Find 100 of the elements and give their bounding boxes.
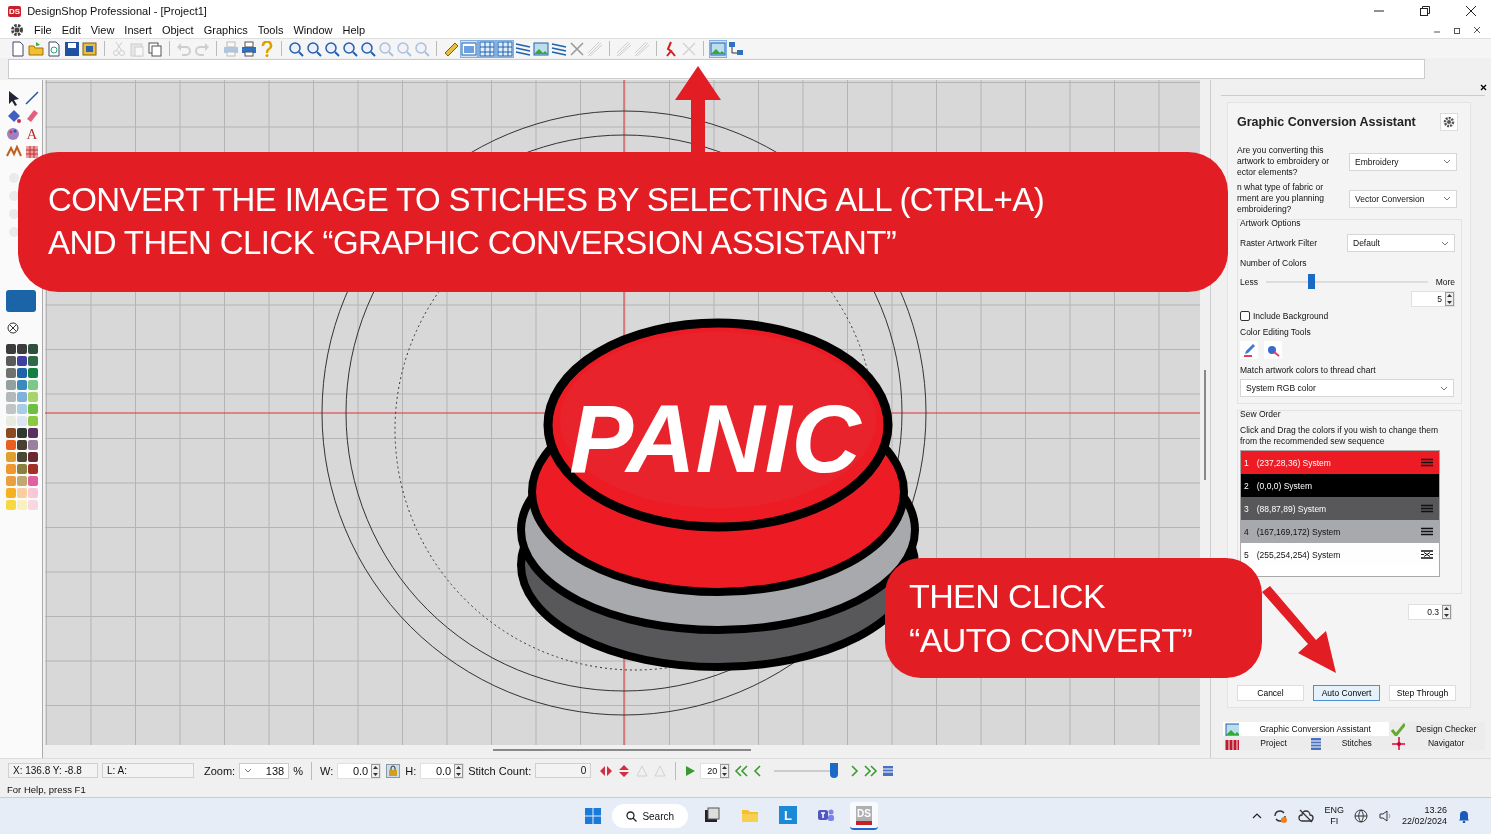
scrollbar[interactable]: [493, 749, 751, 751]
menu-item[interactable]: Graphics: [203, 24, 248, 36]
color-swatch[interactable]: [28, 404, 38, 414]
stitch-block-icon[interactable]: [882, 764, 895, 777]
color-swatch[interactable]: [28, 452, 38, 462]
figure-icon[interactable]: [663, 40, 679, 57]
color-swatch[interactable]: [6, 464, 16, 474]
menu-item[interactable]: Edit: [61, 24, 81, 36]
color-swatch[interactable]: [6, 416, 16, 426]
dropdown[interactable]: Default: [1347, 234, 1455, 252]
grid-icon[interactable]: [497, 40, 513, 57]
dropdown[interactable]: System RGB color: [1240, 379, 1454, 397]
color-swatch[interactable]: [28, 488, 38, 498]
color-swatch[interactable]: [28, 440, 38, 450]
play-icon[interactable]: [684, 764, 697, 777]
copy-icon[interactable]: [147, 40, 163, 57]
color-swatch[interactable]: [6, 428, 16, 438]
checkbox[interactable]: [1240, 311, 1250, 321]
search-field[interactable]: Search: [612, 804, 689, 828]
menu-item[interactable]: Object: [161, 24, 194, 36]
panel-tab[interactable]: Project: [1223, 736, 1307, 750]
chevron-up-icon[interactable]: [1252, 813, 1263, 819]
panel-tab[interactable]: Navigator: [1389, 736, 1485, 750]
color-swatch[interactable]: [6, 380, 16, 390]
windows-start-icon[interactable]: [584, 807, 603, 825]
zoom-icon[interactable]: [306, 40, 322, 57]
settings-button[interactable]: [1440, 113, 1458, 131]
color-list-item[interactable]: 4 (167,169,172) System: [1241, 520, 1439, 543]
document-icon[interactable]: [46, 40, 62, 57]
panel-tab[interactable]: Design Checker: [1389, 722, 1485, 736]
color-swatch[interactable]: [17, 392, 27, 402]
color-swatch[interactable]: [17, 488, 27, 498]
color-swatch[interactable]: [17, 416, 27, 426]
color-swatch[interactable]: [17, 356, 27, 366]
color-swatch[interactable]: [17, 380, 27, 390]
color-swatch[interactable]: [17, 464, 27, 474]
number-spinner[interactable]: 20: [700, 762, 731, 779]
scrollbar[interactable]: [1204, 370, 1206, 480]
clipboard-icon[interactable]: [129, 40, 145, 57]
color-list-item[interactable]: 3 (88,87,89) System: [1241, 497, 1439, 520]
color-swatch[interactable]: [28, 344, 38, 354]
color-swatch[interactable]: [28, 464, 38, 474]
color-swatch[interactable]: [17, 500, 27, 510]
picture-icon[interactable]: [710, 40, 726, 57]
color-swatch[interactable]: [28, 380, 38, 390]
fast-forward-icon[interactable]: [864, 764, 879, 777]
new-document-icon[interactable]: [10, 40, 26, 57]
palette-icon[interactable]: [6, 126, 22, 142]
circle-icon[interactable]: [6, 170, 22, 186]
sync-icon[interactable]: [1272, 808, 1289, 824]
gear-icon[interactable]: [10, 23, 24, 37]
color-swatch[interactable]: [17, 404, 27, 414]
number-spinner[interactable]: 5: [1411, 291, 1455, 307]
color-list-item[interactable]: 2 (0,0,0) System: [1241, 474, 1439, 497]
color-swatch[interactable]: [6, 488, 16, 498]
text-tool[interactable]: A: [24, 126, 40, 142]
color-swatch[interactable]: [28, 356, 38, 366]
color-swatch[interactable]: [28, 368, 38, 378]
menu-item[interactable]: Window: [293, 24, 333, 36]
fill-tool-icon[interactable]: [6, 108, 22, 124]
zoom-icon[interactable]: [324, 40, 340, 57]
color-swatch[interactable]: [6, 476, 16, 486]
lines-icon[interactable]: [515, 40, 531, 57]
bell-icon[interactable]: [1457, 809, 1471, 823]
flip-horizontal-icon[interactable]: [599, 763, 614, 778]
globe-icon[interactable]: [1353, 809, 1368, 823]
color-swatch[interactable]: [28, 500, 38, 510]
color-swatch[interactable]: [17, 476, 27, 486]
grid-icon[interactable]: [479, 40, 495, 57]
save-icon[interactable]: [64, 40, 80, 57]
close-icon[interactable]: [1480, 84, 1487, 91]
color-swatch[interactable]: [28, 428, 38, 438]
restore-icon[interactable]: [1419, 5, 1431, 17]
color-swatch[interactable]: [17, 344, 27, 354]
color-swatch[interactable]: [6, 440, 16, 450]
lines-icon[interactable]: [551, 40, 567, 57]
dropdown[interactable]: Vector Conversion: [1349, 189, 1457, 208]
rewind-icon[interactable]: [734, 764, 749, 777]
color-swatch[interactable]: [28, 416, 38, 426]
picture-icon[interactable]: [533, 40, 549, 57]
zoom-icon[interactable]: [342, 40, 358, 57]
color-swatch[interactable]: [17, 440, 27, 450]
printer-icon[interactable]: [241, 40, 257, 57]
zoom-icon[interactable]: [288, 40, 304, 57]
eyedropper-button[interactable]: [1240, 341, 1258, 359]
close-icon[interactable]: [1465, 5, 1477, 17]
color-swatch[interactable]: [17, 428, 27, 438]
panel-tab[interactable]: Stitches: [1306, 736, 1390, 750]
color-swatch[interactable]: [6, 368, 16, 378]
dropdown[interactable]: Embroidery: [1349, 152, 1457, 171]
speaker-icon[interactable]: [1377, 809, 1392, 823]
clock[interactable]: 13.26 22/02/2024: [1401, 805, 1447, 827]
ruler-icon[interactable]: [443, 40, 459, 57]
color-swatch[interactable]: [6, 356, 16, 366]
number-spinner[interactable]: 0.0: [337, 762, 382, 779]
color-list-item[interactable]: 1 (237,28,36) System: [1241, 451, 1439, 474]
color-swatch[interactable]: [17, 452, 27, 462]
language-indicator[interactable]: ENG FI: [1324, 805, 1344, 827]
taskbar-app[interactable]: L: [774, 802, 803, 830]
number-spinner[interactable]: 0.3: [1408, 604, 1452, 620]
